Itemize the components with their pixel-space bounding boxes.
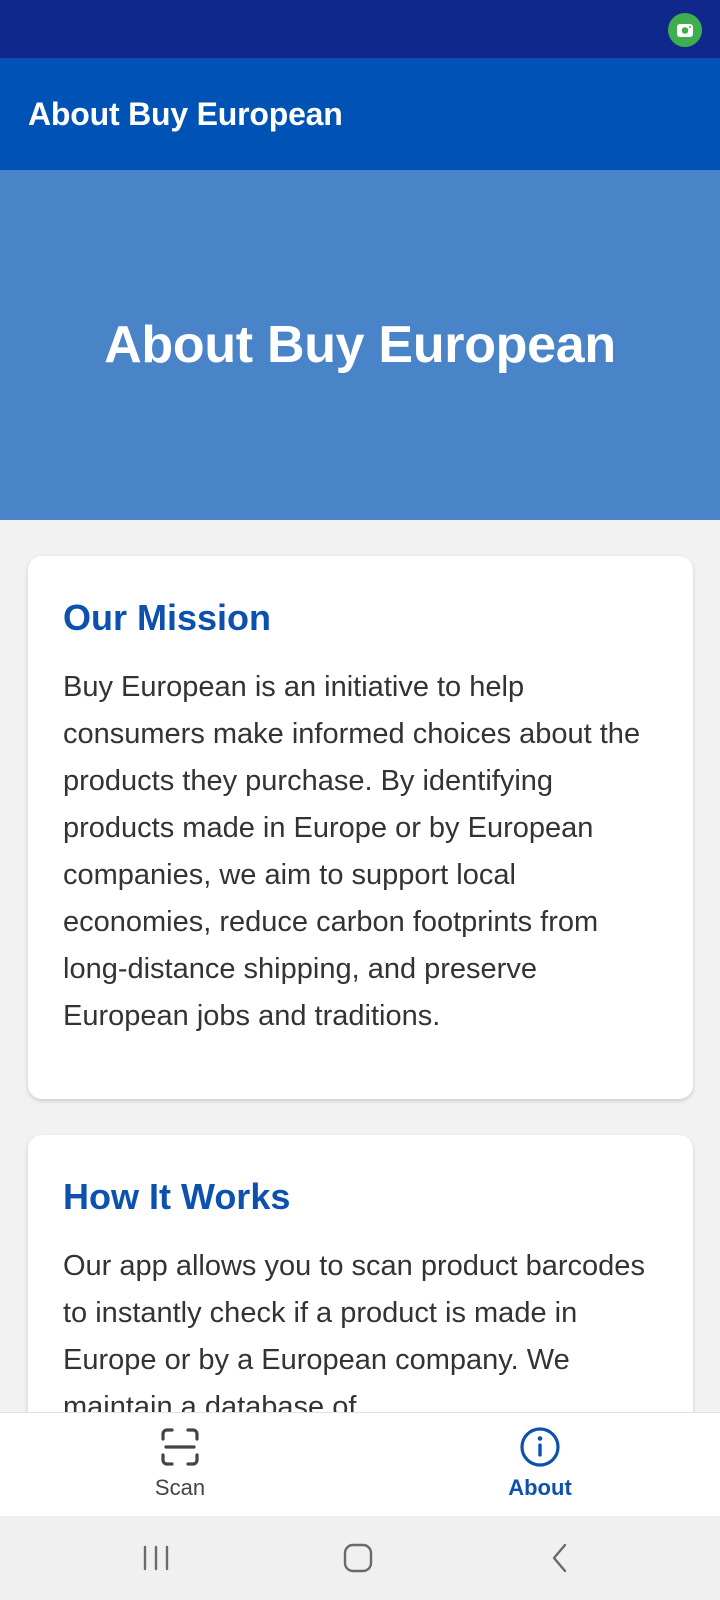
hero-banner: About Buy European [0, 170, 720, 520]
bottom-navigation: Scan About [0, 1412, 720, 1516]
barcode-scan-icon [161, 1428, 199, 1466]
status-bar [0, 0, 720, 58]
info-icon [520, 1427, 560, 1467]
app-bar: About Buy European [0, 58, 720, 170]
nav-label-about: About [508, 1475, 572, 1500]
nav-tab-scan[interactable]: Scan [80, 1413, 280, 1517]
nav-label-scan: Scan [154, 1475, 206, 1500]
hero-title: About Buy European [104, 316, 616, 374]
how-it-works-card: How It Works Our app allows you to scan … [28, 1135, 693, 1412]
camera-icon [668, 13, 702, 47]
section-title: How It Works [63, 1176, 291, 1217]
back-icon[interactable] [540, 1538, 580, 1578]
app-bar-title: About Buy European [28, 95, 343, 132]
system-navigation-bar [0, 1516, 720, 1600]
home-icon[interactable] [338, 1538, 378, 1578]
recents-icon[interactable] [136, 1538, 176, 1578]
section-title: Our Mission [63, 597, 272, 638]
section-body: Buy European is an initiative to help co… [63, 671, 641, 1032]
nav-tab-about[interactable]: About [440, 1413, 640, 1517]
scroll-content[interactable]: Our Mission Buy European is an initiativ… [0, 520, 720, 1412]
mission-card: Our Mission Buy European is an initiativ… [28, 556, 693, 1099]
section-body: Our app allows you to scan product barco… [63, 1250, 645, 1412]
